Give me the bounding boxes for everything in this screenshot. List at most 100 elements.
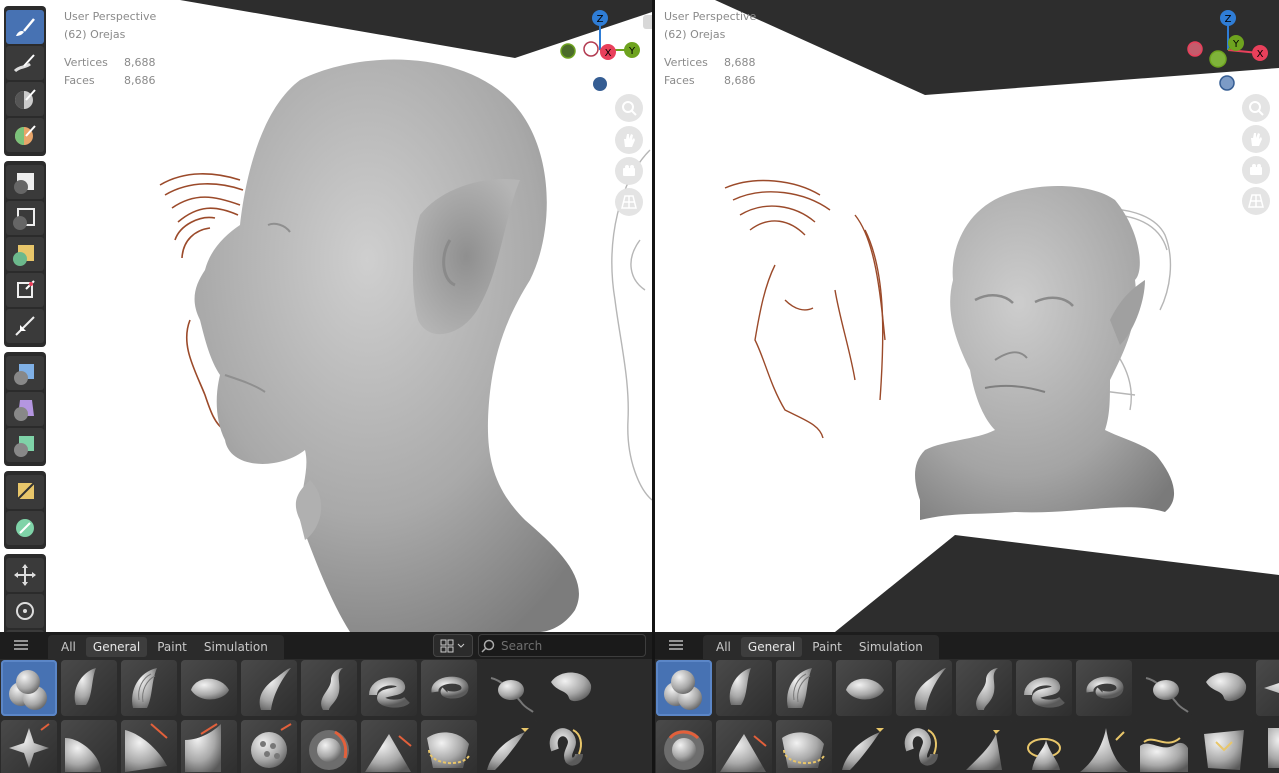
neg-y-axis-handle[interactable] (1209, 50, 1227, 68)
tab-all[interactable]: All (54, 637, 83, 657)
brush-pinch[interactable] (656, 720, 712, 773)
brush-inflate[interactable] (1256, 660, 1279, 716)
search-input[interactable] (501, 638, 631, 653)
tab-general[interactable]: General (85, 637, 148, 657)
brush-clay-strips[interactable] (121, 660, 177, 716)
brush-thumb[interactable] (896, 720, 952, 773)
camera-icon (1250, 164, 1262, 175)
brush-simplify[interactable] (1256, 720, 1279, 773)
brush-draw-sharp[interactable] (301, 660, 357, 716)
brush-inflate[interactable] (1, 720, 57, 773)
brush-cloth[interactable] (1196, 720, 1252, 773)
grab-brush-icon (541, 660, 597, 716)
tab-all[interactable]: All (709, 637, 738, 657)
camera-view-button[interactable] (1242, 156, 1270, 184)
pan-button[interactable] (615, 126, 643, 154)
menu-icon[interactable] (667, 637, 685, 653)
brush-snake-hook[interactable] (481, 720, 537, 773)
edit-face-set-tool[interactable] (6, 475, 44, 509)
mask-by-color-tool[interactable] (6, 511, 44, 545)
brush-draw-sharp[interactable] (956, 660, 1012, 716)
brush-noise[interactable] (241, 720, 297, 773)
brush-fill[interactable] (1076, 660, 1132, 716)
tab-simulation[interactable]: Simulation (852, 637, 930, 657)
snake-hook-brush-icon (481, 720, 537, 773)
paint-brush-tool[interactable] (6, 118, 44, 152)
smear-brush-tool[interactable] (6, 46, 44, 80)
brush-grab[interactable] (1196, 660, 1252, 716)
ortho-toggle-button[interactable] (1242, 187, 1270, 215)
camera-icon (623, 165, 635, 176)
pan-button[interactable] (1242, 125, 1270, 153)
brush-multires-displacement[interactable] (181, 720, 237, 773)
asset-search[interactable] (478, 634, 646, 657)
left-3d-viewport[interactable]: User Perspective (62) Orejas Vertices 8,6… (0, 0, 652, 632)
brush-clay[interactable] (716, 660, 772, 716)
brush-blob[interactable] (1, 660, 57, 716)
zoom-button[interactable] (1242, 94, 1270, 122)
neg-z-axis-handle[interactable] (593, 77, 607, 91)
plane-brush-icon (361, 720, 417, 773)
brush-rotate[interactable] (421, 720, 477, 773)
brush-plane[interactable] (716, 720, 772, 773)
box-trim-tool[interactable] (6, 273, 44, 307)
brush-slide-relax[interactable] (1076, 720, 1132, 773)
brush-flatten[interactable] (481, 660, 537, 716)
right-3d-viewport[interactable]: User Perspective (62) Orejas Vertices 8,6… (655, 0, 1279, 632)
brush-snake-hook[interactable] (836, 720, 892, 773)
brush-blob[interactable] (656, 660, 712, 716)
draw-brush-tool[interactable] (6, 10, 44, 44)
tab-general[interactable]: General (740, 637, 803, 657)
navigation-gizmo-right[interactable]: Z Y X (1183, 8, 1273, 96)
brush-fill[interactable] (421, 660, 477, 716)
brush-elastic-grab[interactable] (1016, 660, 1072, 716)
cloth-brush-icon (1196, 720, 1252, 773)
brush-layer[interactable] (61, 720, 117, 773)
navigation-gizmo-left[interactable]: Z X Y (555, 8, 645, 96)
brush-pose[interactable] (956, 720, 1012, 773)
brush-crease[interactable] (836, 660, 892, 716)
zoom-button[interactable] (615, 94, 643, 122)
brush-clay-strips[interactable] (776, 660, 832, 716)
x-axis-label: X (605, 48, 612, 59)
mask-brush-tool[interactable] (6, 82, 44, 116)
brush-elastic-grab[interactable] (361, 660, 417, 716)
brush-thumb[interactable] (541, 720, 597, 773)
neg-x-axis-handle[interactable] (583, 41, 599, 57)
color-filter-tool[interactable] (6, 428, 44, 462)
elastic-grab-brush-icon (1016, 660, 1072, 716)
brush-clay[interactable] (61, 660, 117, 716)
display-mode-select[interactable] (433, 634, 473, 657)
brush-plane[interactable] (361, 720, 417, 773)
camera-view-button[interactable] (615, 157, 643, 185)
brush-draw[interactable] (241, 660, 297, 716)
brush-nudge[interactable] (1016, 720, 1072, 773)
box-mask-tool[interactable] (6, 165, 44, 199)
brush-pinch[interactable] (301, 720, 357, 773)
tab-simulation[interactable]: Simulation (197, 637, 275, 657)
move-tool[interactable] (6, 558, 44, 592)
tab-paint[interactable]: Paint (150, 637, 194, 657)
brush-rotate[interactable] (776, 720, 832, 773)
brush-draw[interactable] (896, 660, 952, 716)
box-face-set-tool[interactable] (6, 237, 44, 271)
brush-grab[interactable] (541, 660, 597, 716)
neg-y-axis-handle[interactable] (560, 43, 576, 59)
neg-z-axis-handle[interactable] (1219, 75, 1235, 91)
tab-paint[interactable]: Paint (805, 637, 849, 657)
line-project-tool[interactable] (6, 309, 44, 343)
brush-mask[interactable] (121, 720, 177, 773)
brush-crease[interactable] (181, 660, 237, 716)
brush-boundary[interactable] (1136, 720, 1192, 773)
neg-x-axis-handle[interactable] (1187, 41, 1203, 57)
mesh-filter-tool[interactable] (6, 356, 44, 390)
rotate-tool[interactable] (6, 594, 44, 628)
ortho-toggle-button[interactable] (615, 188, 643, 216)
brush-flatten[interactable] (1136, 660, 1192, 716)
cloth-filter-tool[interactable] (6, 392, 44, 426)
stat-label: Vertices (664, 56, 708, 69)
hand-icon (1251, 133, 1262, 146)
box-hide-tool[interactable] (6, 201, 44, 235)
menu-icon[interactable] (12, 637, 30, 653)
asset-shelf-header-right: All General Paint Simulation (655, 632, 1279, 659)
